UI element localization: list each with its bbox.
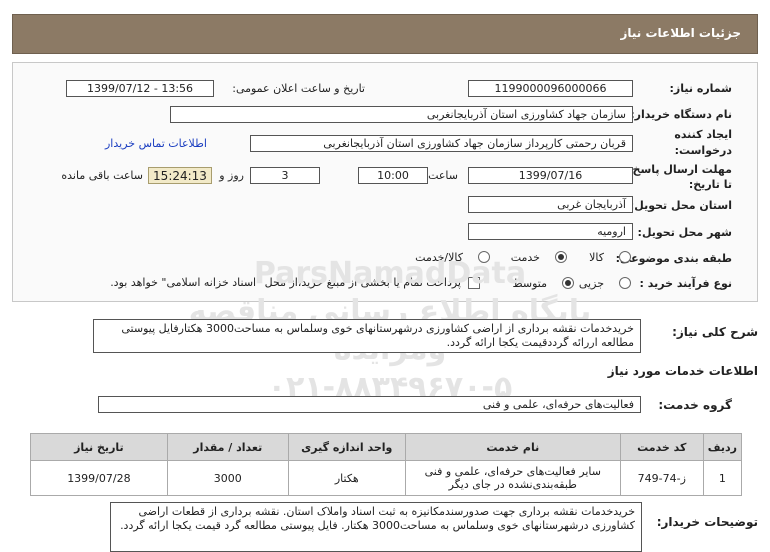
- summary-label: شرح کلی نیاز:: [672, 325, 758, 339]
- buyer-notes-label: توضیحات خریدار:: [656, 515, 758, 529]
- service-group-field[interactable]: فعالیت‌های حرفه‌ای، علمی و فنی: [98, 396, 641, 413]
- deadline-date-field[interactable]: 1399/07/16: [468, 167, 633, 184]
- services-table: ردیف کد خدمت نام خدمت واحد اندازه گیری ت…: [30, 433, 743, 496]
- creator-label-line2: درخواست:: [674, 144, 732, 157]
- buyer-label: نام دستگاه خریدار:: [630, 108, 732, 121]
- col-quantity: تعداد / مقدار: [166, 433, 289, 461]
- table-header-row: ردیف کد خدمت نام خدمت واحد اندازه گیری ت…: [30, 433, 743, 461]
- category-goods-service-label: کالا/خدمت: [415, 251, 463, 264]
- cell-row-number: 1: [702, 460, 743, 496]
- category-goods-service-radio[interactable]: [478, 251, 490, 263]
- col-unit: واحد اندازه گیری: [287, 433, 406, 461]
- page-title: جزئیات اطلاعات نیاز: [620, 26, 741, 40]
- col-service-code: کد خدمت: [619, 433, 704, 461]
- cell-service-code: ز-74-749: [619, 460, 704, 496]
- province-label: استان محل تحویل:: [629, 199, 732, 212]
- col-need-date: تاریخ نیاز: [30, 433, 168, 461]
- buyer-field[interactable]: سازمان جهاد کشاورزی استان آذربایجانغربی: [170, 106, 633, 123]
- city-label: شهر محل تحویل:: [637, 226, 732, 239]
- remaining-days-field[interactable]: 3: [250, 167, 320, 184]
- category-goods-radio[interactable]: [619, 251, 631, 263]
- process-medium-radio[interactable]: [562, 277, 574, 289]
- category-goods-label: کالا: [589, 251, 604, 264]
- col-row-number: ردیف: [702, 433, 743, 461]
- treasury-payment-note: پرداخت تمام یا بخشی از مبلغ خرید،از محل …: [110, 276, 461, 289]
- creator-label-line1: ایجاد کننده: [674, 128, 732, 141]
- page-header: جزئیات اطلاعات نیاز: [12, 14, 758, 54]
- province-field[interactable]: آذربایجان غربی: [468, 196, 633, 213]
- table-row[interactable]: 1 ز-74-749 سایر فعالیت‌های حرفه‌ای، علمی…: [30, 460, 743, 496]
- creator-field[interactable]: قربان رحمتی کارپرداز سازمان جهاد کشاورزی…: [250, 135, 633, 152]
- remaining-time-label: ساعت باقی مانده: [61, 169, 143, 182]
- buyer-contact-link[interactable]: اطلاعات تماس خریدار: [105, 137, 207, 150]
- deadline-label-line1: مهلت ارسال پاسخ:: [628, 163, 732, 176]
- category-service-label: خدمت: [510, 251, 540, 264]
- category-service-radio[interactable]: [555, 251, 567, 263]
- remaining-time-timer: 15:24:13: [148, 167, 212, 184]
- deadline-time-label: ساعت: [428, 169, 458, 182]
- deadline-label-line2: تا تاریخ:: [688, 178, 732, 191]
- summary-text[interactable]: خریدخدمات نقشه برداری از اراضی کشاورزی د…: [93, 319, 641, 353]
- category-label: طبقه بندی موضوعی:: [615, 252, 732, 265]
- announce-date-field[interactable]: 1399/07/12 - 13:56: [66, 80, 214, 97]
- treasury-payment-checkbox[interactable]: [468, 277, 480, 289]
- need-details-page: جزئیات اطلاعات نیاز شماره نیاز: 11990000…: [0, 0, 770, 552]
- need-number-field[interactable]: 1199000096000066: [468, 80, 633, 97]
- process-medium-label: متوسط: [512, 277, 547, 290]
- need-number-label: شماره نیاز:: [669, 82, 732, 95]
- col-service-name: نام خدمت: [404, 433, 621, 461]
- cell-service-name: سایر فعالیت‌های حرفه‌ای، علمی و فنی طبقه…: [404, 460, 621, 496]
- announce-date-label: تاریخ و ساعت اعلان عمومی:: [232, 82, 365, 95]
- cell-need-date: 1399/07/28: [30, 460, 168, 496]
- city-field[interactable]: ارومیه: [468, 223, 633, 240]
- deadline-time-field[interactable]: 10:00: [358, 167, 428, 184]
- days-label: روز و: [219, 169, 244, 182]
- cell-unit: هکتار: [287, 460, 406, 496]
- process-partial-radio[interactable]: [619, 277, 631, 289]
- service-group-label: گروه خدمت:: [658, 398, 732, 412]
- cell-quantity: 3000: [166, 460, 289, 496]
- process-partial-label: جزیی: [578, 277, 604, 290]
- services-section-title: اطلاعات خدمات مورد نیاز: [607, 364, 758, 378]
- process-label: نوع فرآیند خرید :: [639, 277, 732, 290]
